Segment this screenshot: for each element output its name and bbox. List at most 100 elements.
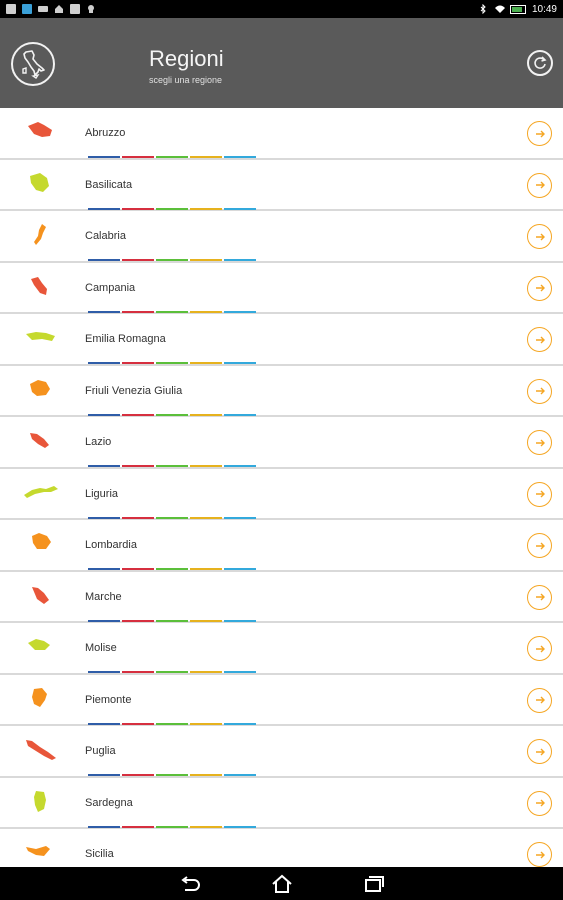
back-icon[interactable] bbox=[178, 874, 202, 894]
color-bar bbox=[190, 516, 222, 519]
open-region-button[interactable] bbox=[527, 224, 552, 249]
arrow-right-icon bbox=[535, 387, 545, 395]
list-item[interactable]: Molise bbox=[0, 623, 563, 675]
color-bar bbox=[88, 619, 120, 622]
open-region-button[interactable] bbox=[527, 327, 552, 352]
color-bar bbox=[190, 619, 222, 622]
color-bar bbox=[224, 259, 256, 261]
region-map-icon bbox=[34, 224, 46, 245]
arrow-right-icon bbox=[535, 542, 545, 549]
status-left-icons bbox=[6, 4, 96, 14]
color-bar bbox=[224, 568, 256, 570]
open-region-button[interactable] bbox=[527, 481, 552, 507]
list-item[interactable]: Friuli Venezia Giulia bbox=[0, 365, 563, 417]
color-bars bbox=[88, 413, 256, 416]
color-bar bbox=[88, 774, 120, 776]
open-region-button[interactable] bbox=[527, 584, 552, 610]
color-bar bbox=[224, 619, 256, 622]
refresh-icon bbox=[534, 56, 547, 69]
color-bar bbox=[88, 413, 120, 416]
arrow-right-icon bbox=[535, 439, 545, 446]
color-bar bbox=[190, 722, 222, 725]
list-item[interactable]: Liguria bbox=[0, 468, 563, 520]
color-bar bbox=[88, 516, 120, 519]
arrow-right-icon bbox=[535, 284, 545, 292]
color-bar bbox=[122, 671, 154, 673]
open-region-button[interactable] bbox=[527, 533, 552, 558]
list-item[interactable]: Lazio bbox=[0, 417, 563, 469]
open-region-button[interactable] bbox=[527, 636, 552, 661]
list-item[interactable]: Basilicata bbox=[0, 159, 563, 211]
list-item[interactable]: Abruzzo bbox=[0, 108, 563, 160]
color-bar bbox=[190, 259, 222, 261]
bluetooth-icon bbox=[478, 3, 488, 15]
page-subtitle: scegli una regione bbox=[149, 75, 223, 85]
color-bar bbox=[224, 722, 256, 725]
color-bar bbox=[88, 722, 120, 725]
status-right-icons: 10:49 bbox=[478, 4, 557, 15]
arrow-right-icon bbox=[535, 130, 545, 137]
color-bar bbox=[122, 413, 154, 416]
open-region-button[interactable] bbox=[527, 172, 552, 198]
refresh-button[interactable] bbox=[527, 50, 553, 76]
home-icon[interactable] bbox=[270, 874, 294, 894]
color-bar bbox=[190, 825, 222, 828]
color-bar bbox=[190, 413, 222, 416]
color-bar bbox=[190, 568, 222, 570]
region-list[interactable]: Abruzzo Basilicata Calabria Campania Emilia … bbox=[0, 108, 563, 867]
color-bar bbox=[88, 259, 120, 261]
open-region-button[interactable] bbox=[527, 275, 552, 301]
color-bar bbox=[224, 671, 256, 673]
color-bar bbox=[122, 259, 154, 261]
list-item[interactable]: Piemonte bbox=[0, 674, 563, 726]
open-region-button[interactable] bbox=[527, 687, 552, 713]
list-item[interactable]: Sardegna bbox=[0, 777, 563, 829]
list-item[interactable]: Lombardia bbox=[0, 520, 563, 572]
region-name: Campania bbox=[85, 281, 136, 294]
arrow-right-icon bbox=[535, 645, 545, 652]
region-name: Piemonte bbox=[85, 693, 132, 706]
color-bars bbox=[88, 671, 256, 673]
list-item[interactable]: Marche bbox=[0, 571, 563, 623]
color-bar bbox=[224, 825, 256, 828]
open-region-button[interactable] bbox=[527, 790, 552, 816]
color-bar bbox=[122, 774, 154, 776]
notification-icon bbox=[6, 4, 16, 14]
list-item[interactable]: Campania bbox=[0, 262, 563, 314]
region-map-icon bbox=[28, 639, 50, 650]
open-region-button[interactable] bbox=[527, 739, 552, 764]
list-item[interactable]: Emilia Romagna bbox=[0, 314, 563, 366]
region-name: Liguria bbox=[85, 487, 119, 500]
color-bar bbox=[122, 619, 154, 622]
color-bar bbox=[156, 825, 188, 828]
color-bars bbox=[88, 310, 256, 313]
open-region-button[interactable] bbox=[527, 430, 552, 455]
color-bar bbox=[224, 465, 256, 467]
list-item[interactable]: Calabria bbox=[0, 211, 563, 263]
list-item[interactable]: Puglia bbox=[0, 726, 563, 778]
color-bar bbox=[122, 310, 154, 313]
color-bar bbox=[156, 465, 188, 467]
color-bar bbox=[224, 156, 256, 158]
color-bar bbox=[190, 207, 222, 210]
list-item[interactable]: Sicilia bbox=[0, 829, 563, 867]
color-bar bbox=[88, 362, 120, 364]
color-bars bbox=[88, 362, 256, 364]
color-bar bbox=[224, 774, 256, 776]
color-bar bbox=[122, 362, 154, 364]
region-name: Lombardia bbox=[85, 539, 137, 551]
color-bar bbox=[190, 156, 222, 158]
open-region-button[interactable] bbox=[527, 121, 552, 146]
color-bars bbox=[88, 207, 256, 210]
color-bar bbox=[122, 722, 154, 725]
color-bar bbox=[190, 310, 222, 313]
color-bar bbox=[88, 825, 120, 828]
open-region-button[interactable] bbox=[527, 842, 552, 867]
open-region-button[interactable] bbox=[527, 378, 552, 404]
italy-map-icon[interactable] bbox=[11, 42, 55, 86]
region-map-icon bbox=[31, 276, 47, 295]
recent-apps-icon[interactable] bbox=[362, 874, 386, 894]
color-bar bbox=[156, 310, 188, 313]
color-bar bbox=[88, 568, 120, 570]
image-icon bbox=[38, 6, 48, 12]
